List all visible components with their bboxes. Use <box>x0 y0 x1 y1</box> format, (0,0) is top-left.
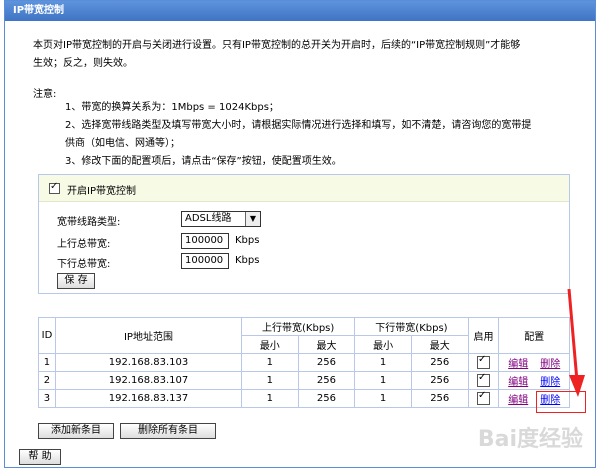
row-down-max: 256 <box>410 389 469 408</box>
down-bandwidth-input[interactable]: 100000 <box>181 253 229 269</box>
col-up-min: 最小 <box>241 335 299 354</box>
intro-line-2: 生效；反之，则失效。 <box>33 58 133 69</box>
table-row: 1 192.168.83.103 1 256 1 256 编辑 删除 <box>38 353 570 372</box>
enable-checkbox[interactable] <box>49 181 60 194</box>
row-ip: 192.168.83.107 <box>54 371 243 390</box>
note-3: 3、修改下面的配置项后，请点击“保存”按钮，使配置项生效。 <box>65 156 342 167</box>
col-id: ID <box>38 317 56 354</box>
row-enable-checkbox[interactable] <box>477 390 490 405</box>
row-up-min: 1 <box>241 371 299 390</box>
table-row: 2 192.168.83.107 1 256 1 256 编辑 删除 <box>38 371 570 390</box>
row-down-min: 1 <box>354 353 412 372</box>
col-down-max: 最大 <box>410 335 469 354</box>
col-down-min: 最小 <box>354 335 412 354</box>
row-ip: 192.168.83.137 <box>54 389 243 408</box>
row-id: 2 <box>38 371 56 390</box>
line-type-label: 宽带线路类型: <box>57 217 121 228</box>
enable-label: 开启IP带宽控制 <box>67 186 136 197</box>
row-up-min: 1 <box>241 353 299 372</box>
down-bandwidth-label: 下行总带宽: <box>57 259 111 270</box>
col-up: 上行带宽(Kbps) <box>241 317 356 336</box>
row-enable-cell <box>467 353 500 372</box>
row-enable-checkbox[interactable] <box>477 372 490 387</box>
line-type-value: ADSL线路 <box>185 213 232 224</box>
up-unit: Kbps <box>235 235 260 246</box>
row-id: 3 <box>38 389 56 408</box>
red-arrow-icon <box>567 289 585 397</box>
page-title: IP带宽控制 <box>5 1 595 21</box>
save-button[interactable]: 保 存 <box>57 273 95 289</box>
row-ip: 192.168.83.103 <box>54 353 243 372</box>
col-ip-range: IP地址范围 <box>54 317 243 354</box>
edit-link[interactable]: 编辑 <box>508 377 528 388</box>
notes-label: 注意: <box>33 89 57 100</box>
delete-link[interactable]: 删除 <box>540 377 560 388</box>
add-entry-button[interactable]: 添加新条目 <box>38 423 114 439</box>
up-bandwidth-input[interactable]: 100000 <box>181 233 229 249</box>
row-down-max: 256 <box>410 353 469 372</box>
help-button[interactable]: 帮 助 <box>19 449 61 465</box>
col-config: 配置 <box>498 317 570 354</box>
row-down-min: 1 <box>354 389 412 408</box>
intro-text: 本页对IP带宽控制的开启与关闭进行设置。只有IP带宽控制的总开关为开启时，后续的… <box>33 37 573 73</box>
row-config-cell: 编辑 删除 <box>498 353 570 372</box>
row-id: 1 <box>38 353 56 372</box>
note-1: 1、带宽的换算关系为：1Mbps = 1024Kbps； <box>65 102 279 113</box>
col-up-max: 最大 <box>297 335 356 354</box>
row-up-max: 256 <box>297 371 356 390</box>
note-2-cont: 供商（如电信、网通等）； <box>65 138 180 149</box>
note-2: 2、选择宽带线路类型及填写带宽大小时，请根据实际情况进行选择和填写，如不清楚，请… <box>65 120 532 131</box>
rules-table: ID IP地址范围 上行带宽(Kbps) 下行带宽(Kbps) 启用 配置 最小… <box>38 317 570 408</box>
chevron-down-icon: ▼ <box>245 212 260 226</box>
col-enable: 启用 <box>467 317 500 354</box>
row-enable-cell <box>467 371 500 390</box>
main-frame: IP带宽控制 本页对IP带宽控制的开启与关闭进行设置。只有IP带宽控制的总开关为… <box>4 0 596 468</box>
watermark: Bai度经验 <box>477 427 583 452</box>
up-bandwidth-label: 上行总带宽: <box>57 239 111 250</box>
edit-link[interactable]: 编辑 <box>508 359 528 370</box>
delete-link[interactable]: 删除 <box>540 359 560 370</box>
row-config-cell: 编辑 删除 <box>498 371 570 390</box>
table-row: 3 192.168.83.137 1 256 1 256 编辑删除 <box>38 389 570 408</box>
row-up-max: 256 <box>297 389 356 408</box>
row-up-min: 1 <box>241 389 299 408</box>
row-up-max: 256 <box>297 353 356 372</box>
delete-all-button[interactable]: 删除所有条目 <box>120 423 216 439</box>
line-type-select[interactable]: ADSL线路 ▼ <box>181 211 261 227</box>
row-down-min: 1 <box>354 371 412 390</box>
intro-line-1: 本页对IP带宽控制的开启与关闭进行设置。只有IP带宽控制的总开关为开启时，后续的… <box>33 40 521 51</box>
down-unit: Kbps <box>235 255 260 266</box>
row-down-max: 256 <box>410 371 469 390</box>
col-down: 下行带宽(Kbps) <box>354 317 469 336</box>
settings-panel: 开启IP带宽控制 宽带线路类型: ADSL线路 ▼ 上行总带宽: 100000 … <box>38 174 570 294</box>
edit-link[interactable]: 编辑 <box>508 395 528 406</box>
row-enable-checkbox[interactable] <box>477 354 490 369</box>
row-enable-cell <box>467 389 500 408</box>
